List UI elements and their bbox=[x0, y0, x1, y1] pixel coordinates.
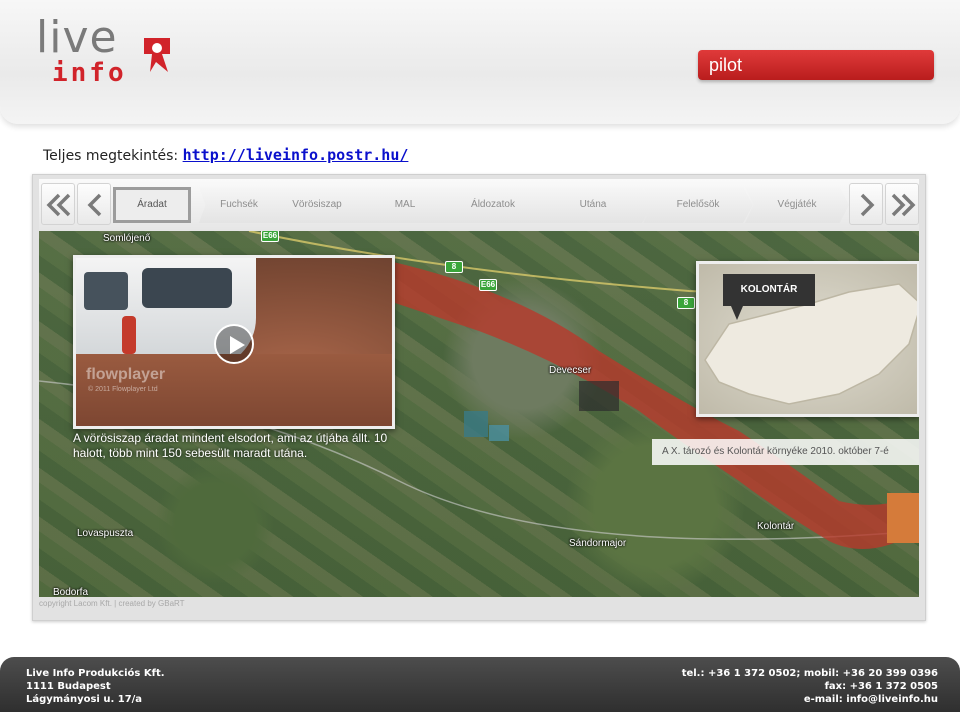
liveinfo-logo[interactable]: live info bbox=[36, 12, 176, 88]
full-view-link[interactable]: http://liveinfo.postr.hu/ bbox=[183, 146, 409, 164]
tab-utana[interactable]: Utána bbox=[533, 187, 653, 223]
story-player: Áradat Fuchsék Vörösiszap MAL Áldozatok … bbox=[32, 174, 926, 621]
first-chapter-button[interactable] bbox=[41, 183, 75, 225]
map-label-bodorfa: Bodorfa bbox=[53, 587, 89, 597]
hungary-inset-map: KOLONTÁR bbox=[696, 261, 919, 417]
footer-fax: fax: +36 1 372 0505 bbox=[824, 681, 938, 692]
satellite-map[interactable]: Somlójenő Devecser Lovaspuszta Sándormaj… bbox=[39, 231, 919, 597]
footer-city: 1111 Budapest bbox=[26, 681, 111, 692]
tab-mal[interactable]: MAL bbox=[357, 187, 453, 223]
chevron-right-icon bbox=[860, 193, 875, 217]
chapter-navbar: Áradat Fuchsék Vörösiszap MAL Áldozatok … bbox=[39, 179, 919, 231]
logo-mark-icon bbox=[144, 38, 170, 72]
road-badge-e66-b: E66 bbox=[479, 279, 497, 291]
map-label-kolontar: Kolontár bbox=[757, 521, 795, 532]
next-chapter-button[interactable] bbox=[849, 183, 883, 225]
car-window bbox=[142, 268, 232, 308]
tab-vorosiszap[interactable]: Vörösiszap bbox=[267, 187, 367, 223]
footer-street: Lágymányosi u. 17/a bbox=[26, 694, 143, 705]
map-label-lovaspuszta: Lovaspuszta bbox=[77, 528, 134, 539]
full-view-label: Teljes megtekintés: bbox=[43, 148, 179, 164]
footer-phones: tel.: +36 1 372 0502; mobil: +36 20 399 … bbox=[681, 668, 938, 679]
road-badge-e66-a: E66 bbox=[261, 231, 279, 242]
tab-felelosok[interactable]: Felelősök bbox=[643, 187, 753, 223]
play-button[interactable] bbox=[214, 324, 254, 364]
map-label-somlojeno: Somlójenő bbox=[103, 233, 151, 244]
kolontar-pointer bbox=[731, 306, 743, 320]
map-caption: A X. tározó és Kolontár környéke 2010. o… bbox=[652, 439, 919, 465]
road-badge-8-b: 8 bbox=[677, 297, 695, 309]
video-player[interactable]: flowplayer © 2011 Flowplayer Ltd bbox=[73, 255, 395, 429]
play-icon bbox=[230, 336, 245, 354]
tab-aldozatok[interactable]: Áldozatok bbox=[443, 187, 543, 223]
footer-contact: tel.: +36 1 372 0502; mobil: +36 20 399 … bbox=[682, 667, 938, 706]
prev-chapter-button[interactable] bbox=[77, 183, 111, 225]
flowplayer-watermark: flowplayer bbox=[86, 366, 166, 383]
tab-aradat[interactable]: Áradat bbox=[113, 187, 191, 223]
map-label-devecser: Devecser bbox=[549, 365, 592, 376]
site-header: live info pilot bbox=[0, 0, 960, 124]
player-credit: copyright Lacom Kft. | created by GBaRT bbox=[39, 599, 185, 608]
site-footer: Live Info Produkciós Kft. 1111 Budapest … bbox=[0, 657, 960, 712]
kolontar-label: KOLONTÁR bbox=[723, 274, 815, 306]
tab-fuchsek[interactable]: Fuchsék bbox=[199, 187, 279, 223]
car-taillight bbox=[122, 316, 136, 354]
map-label-sandormajor: Sándormajor bbox=[569, 538, 627, 549]
footer-address: Live Info Produkciós Kft. 1111 Budapest … bbox=[26, 667, 165, 706]
car-side-window bbox=[84, 272, 128, 310]
road-badge-8-a: 8 bbox=[445, 261, 463, 273]
chevron-left-icon bbox=[87, 193, 102, 217]
logo-live-text: live bbox=[36, 12, 118, 63]
double-chevron-left-icon bbox=[46, 193, 71, 217]
video-caption: A vörösiszap áradat mindent elsodort, am… bbox=[73, 431, 388, 460]
footer-email[interactable]: e-mail: info@liveinfo.hu bbox=[682, 693, 938, 706]
double-chevron-right-icon bbox=[891, 193, 916, 217]
pilot-badge: pilot bbox=[698, 50, 934, 80]
full-view-line: Teljes megtekintés: http://liveinfo.post… bbox=[43, 146, 408, 164]
footer-company: Live Info Produkciós Kft. bbox=[26, 668, 165, 679]
flowplayer-copyright: © 2011 Flowplayer Ltd bbox=[88, 386, 158, 393]
tab-vegjatek[interactable]: Végjáték bbox=[745, 187, 849, 223]
last-chapter-button[interactable] bbox=[885, 183, 919, 225]
logo-info-text: info bbox=[52, 58, 127, 88]
